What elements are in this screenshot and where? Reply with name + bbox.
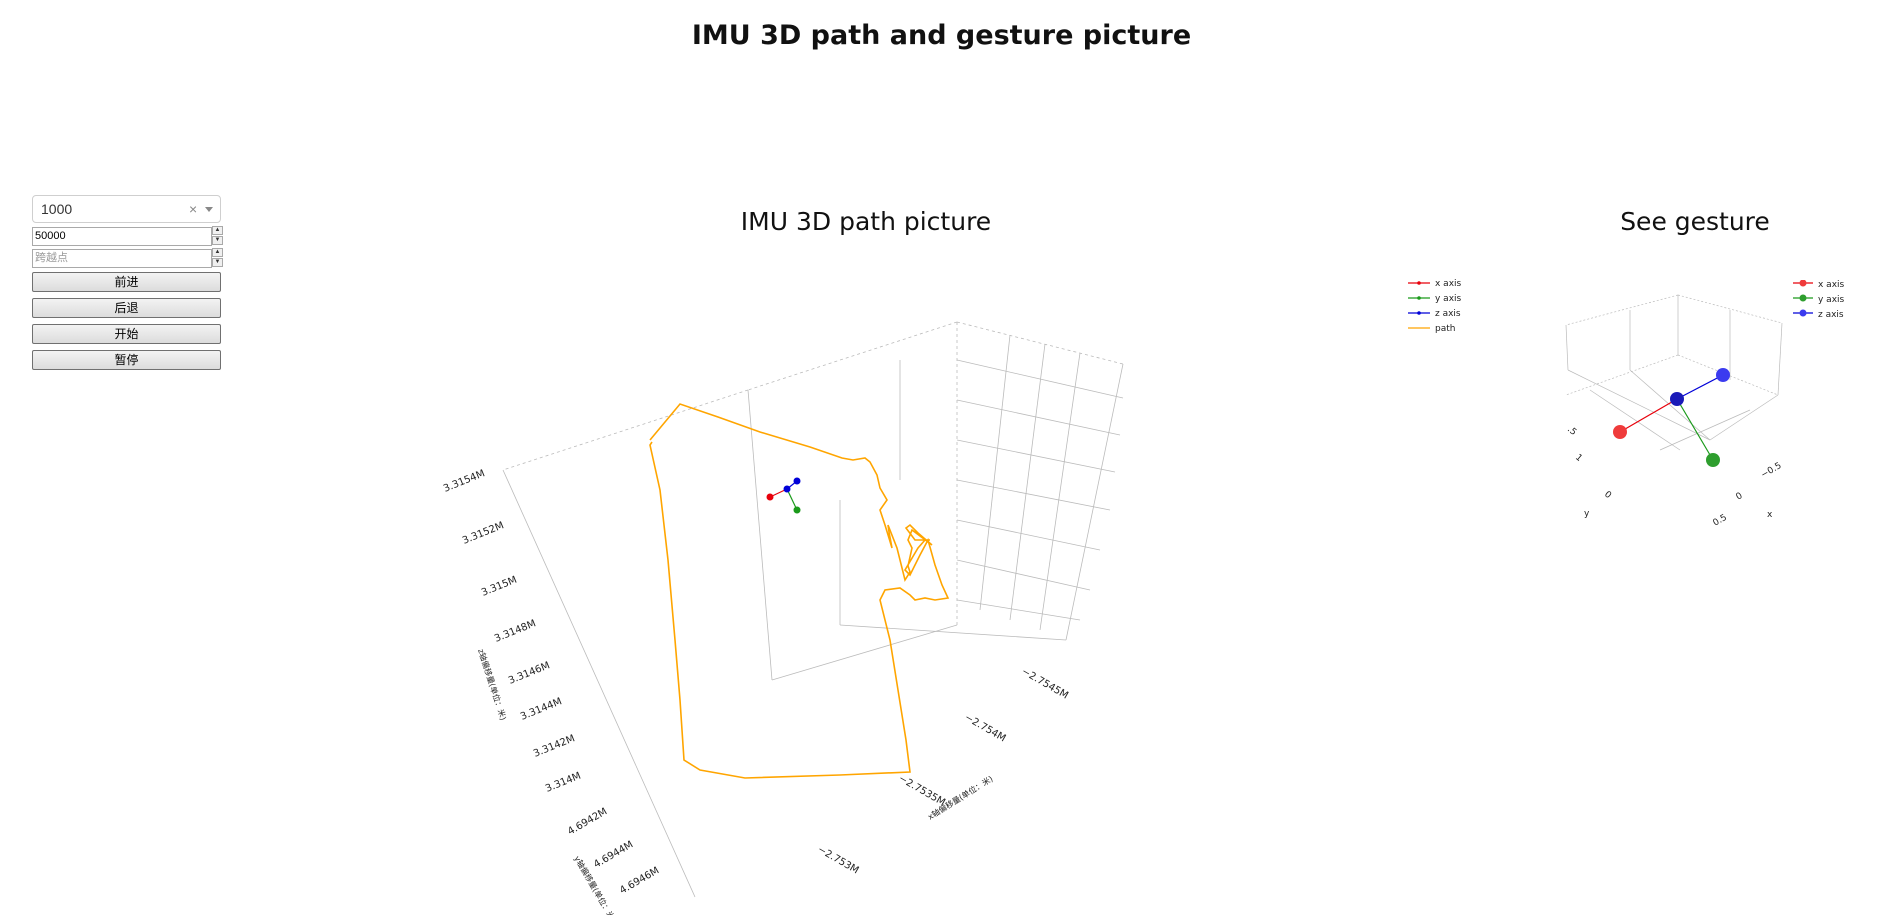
z-axis-point xyxy=(1716,368,1730,382)
origin-point xyxy=(783,485,791,493)
x-tick: 0 xyxy=(1735,491,1745,503)
legend-label: y axis xyxy=(1435,294,1462,304)
legend-item-y-axis[interactable]: y axis xyxy=(1408,294,1462,304)
x-axis-point xyxy=(766,493,774,501)
y-tick: 4.6946M xyxy=(618,865,661,896)
z-tick: 3.315M xyxy=(480,575,519,599)
legend-item-path[interactable]: path xyxy=(1408,324,1455,334)
legend-item-z-axis[interactable]: z axis xyxy=(1793,309,1844,321)
legend-item-z-axis[interactable]: z axis xyxy=(1408,309,1461,319)
x-tick-labels: −2.7545M −2.754M −2.7535M −2.753M xyxy=(816,666,1071,876)
z-tick: 3.3154M xyxy=(442,468,487,495)
z-tick: 3.3152M xyxy=(461,520,506,547)
gesture-x-ticks: −0.5 0 0.5 xyxy=(1712,461,1784,529)
z-tick-labels: 3.3154M 3.3152M 3.315M 3.3148M 3.3146M 3… xyxy=(442,468,583,795)
gesture-y-label: y xyxy=(1584,509,1590,519)
z-axis-point xyxy=(793,477,801,485)
y-tick: 4.6942M xyxy=(566,806,609,837)
legend-item-x-axis[interactable]: x axis xyxy=(1793,280,1845,290)
x-tick: −2.7535M xyxy=(897,773,948,809)
z-tick: 3.3146M xyxy=(507,660,552,687)
legend-item-x-axis[interactable]: x axis xyxy=(1408,279,1462,289)
y-tick: 1 xyxy=(1573,453,1584,464)
legend-label: path xyxy=(1435,324,1455,334)
legend-item-y-axis[interactable]: y axis xyxy=(1793,294,1845,306)
gesture-axes xyxy=(1613,368,1730,467)
legend-label: x axis xyxy=(1818,280,1845,290)
gesture-plot[interactable]: .5 1 0 y −0.5 0 0.5 x x axis y axis z ax… xyxy=(1560,280,1860,540)
legend-label: z axis xyxy=(1818,310,1844,320)
legend-label: x axis xyxy=(1435,279,1462,289)
gesture-plot-legend[interactable]: x axis y axis z axis xyxy=(1793,280,1845,320)
path-plot-legend[interactable]: x axis y axis z axis path xyxy=(1408,279,1462,334)
y-tick: .5 xyxy=(1565,425,1578,438)
path-pose-marker xyxy=(766,477,801,514)
y-tick: 0 xyxy=(1602,490,1613,502)
z-tick: 3.314M xyxy=(544,771,583,795)
z-axis-label: z轴偏移量(单位：米) xyxy=(476,648,509,722)
x-tick: −0.5 xyxy=(1760,461,1784,481)
z-tick: 3.3144M xyxy=(519,696,564,723)
legend-label: y axis xyxy=(1818,295,1845,305)
x-tick: −2.754M xyxy=(963,712,1008,744)
z-tick: 3.3148M xyxy=(493,618,538,645)
y-tick-labels: 4.6942M 4.6944M 4.6946M xyxy=(566,806,661,896)
y-axis-line xyxy=(1676,398,1714,461)
gesture-plot-grid xyxy=(1565,294,1783,451)
legend-label: z axis xyxy=(1435,309,1461,319)
gesture-y-ticks: .5 1 0 xyxy=(1565,425,1613,502)
x-tick: −2.7545M xyxy=(1020,666,1071,702)
gesture-x-label: x xyxy=(1767,510,1773,520)
x-axis-point xyxy=(1613,425,1627,439)
origin-point xyxy=(1670,392,1684,406)
y-axis-point xyxy=(1706,453,1720,467)
x-tick: −2.753M xyxy=(816,844,861,876)
y-tick: 4.6944M xyxy=(592,839,635,870)
z-axis-line xyxy=(1676,374,1724,400)
y-axis-point xyxy=(793,506,801,514)
z-tick: 3.3142M xyxy=(532,733,577,760)
imu-path-line xyxy=(649,403,950,779)
x-tick: 0.5 xyxy=(1712,513,1729,529)
